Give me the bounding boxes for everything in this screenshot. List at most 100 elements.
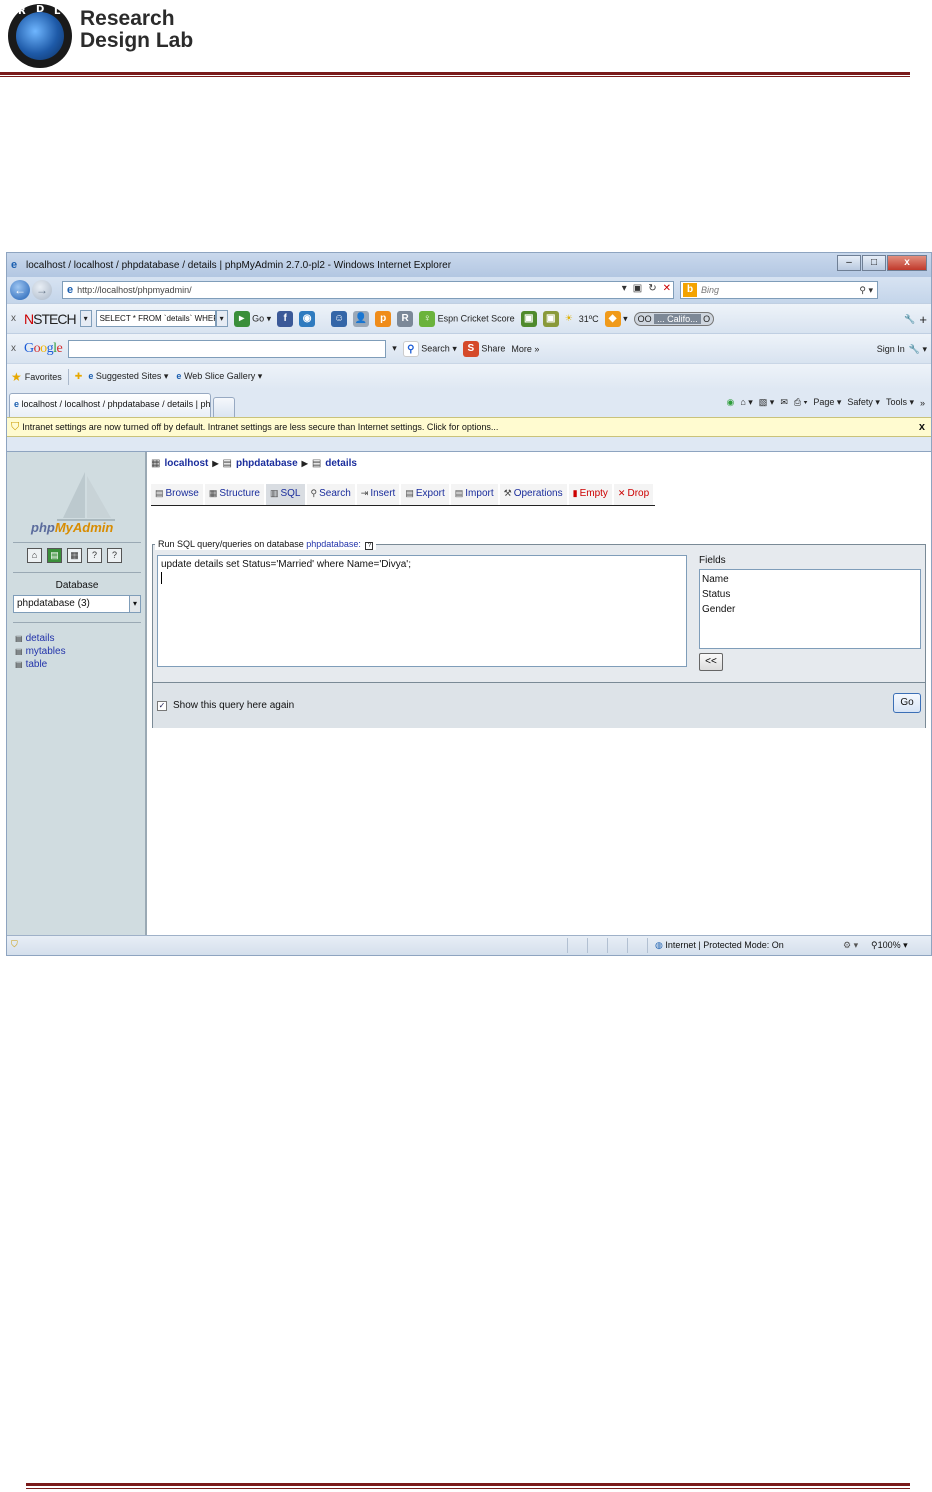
query-window-icon[interactable]: ▤ <box>47 548 62 563</box>
database-link[interactable]: phpdatabase: <box>306 539 361 549</box>
zoom-level[interactable]: ⚲100% ▾ <box>871 940 908 951</box>
chevron-right-icon: ▶ <box>301 459 308 468</box>
page-menu[interactable]: Page ▾ <box>813 397 841 408</box>
cricket-score-link[interactable]: ♀ Espn Cricket Score <box>419 310 515 327</box>
web-slice-gallery-link[interactable]: e Web Slice Gallery ▾ <box>176 371 262 382</box>
address-input[interactable]: e http://localhost/phpmyadmin/ ▾ ▣ ↻ ✕ <box>62 281 674 299</box>
home-icon[interactable]: ⌂ <box>27 548 42 563</box>
search-input[interactable]: b Bing ⚲ ▾ <box>680 281 878 299</box>
tab-drop[interactable]: ✕ Drop <box>613 484 656 505</box>
tools-menu[interactable]: Tools ▾ <box>886 397 914 408</box>
google-search-input[interactable] <box>68 339 387 358</box>
home-icon[interactable]: ⌂ ▾ <box>740 397 752 408</box>
list-item[interactable]: Status <box>702 587 918 602</box>
tab-import[interactable]: ▤ Import <box>450 484 500 505</box>
protected-mode-icon[interactable]: ⚙ ▾ <box>843 940 858 951</box>
minimize-button[interactable]: – <box>837 255 861 271</box>
dropdown-arrow-icon[interactable]: ▾ <box>622 283 627 294</box>
go-link[interactable]: ▸ Go ▾ <box>233 310 271 327</box>
table-icon: ▤ <box>311 458 322 469</box>
information-bar[interactable]: ⛉ Intranet settings are now turned off b… <box>7 417 931 437</box>
tab-export[interactable]: ▤ Export <box>401 484 451 505</box>
search-icon[interactable]: ⚲ ▾ <box>859 285 873 296</box>
sql-icon[interactable]: ▦ <box>67 548 82 563</box>
weather-sun-icon: ☀ <box>564 313 573 323</box>
list-item[interactable]: Name <box>702 572 918 587</box>
contacts-icon[interactable]: 👤 <box>353 310 370 327</box>
crumb-table[interactable]: details <box>325 458 357 469</box>
show-query-checkbox[interactable]: ✓ <box>157 701 167 711</box>
database-label: Database <box>55 580 99 591</box>
pma-logo[interactable]: phpMyAdmin <box>31 520 113 535</box>
chevron-right-icon[interactable]: » <box>920 398 925 408</box>
docs-icon[interactable]: ? <box>87 548 102 563</box>
add-favorite-icon[interactable]: ✚ <box>75 371 83 382</box>
tab-phpmyadmin[interactable]: e localhost / localhost / phpdatabase / … <box>9 393 211 417</box>
new-tab-button[interactable] <box>213 397 235 417</box>
tab-browse[interactable]: ▤ Browse <box>151 484 205 505</box>
print-icon[interactable]: ⎙ ▾ <box>794 397 807 408</box>
query-combo[interactable]: SELECT * FROM `details` WHERE 1 <box>95 310 216 327</box>
address-bar: ← → e http://localhost/phpmyadmin/ ▾ ▣ ↻… <box>7 277 931 303</box>
add-icon[interactable]: + <box>919 312 927 327</box>
window-controls: – □ x <box>836 255 927 271</box>
pma-quick-icons: ⌂ ▤ ▦ ? ? <box>27 548 122 563</box>
fields-listbox[interactable]: Name Status Gender <box>699 569 921 649</box>
globe-link-icon[interactable]: ◉ <box>299 310 316 327</box>
facebook-icon[interactable]: f <box>277 310 294 327</box>
tab-search[interactable]: ⚲ Search <box>306 484 357 505</box>
close-google-toolbar-icon[interactable]: x <box>11 343 16 354</box>
list-item[interactable]: Gender <box>702 602 918 617</box>
suggested-sites-link[interactable]: e Suggested Sites ▾ <box>88 371 168 382</box>
close-toolbar-icon[interactable]: x <box>11 313 16 324</box>
google-search-button[interactable]: ⚲ Search ▾ <box>402 340 457 357</box>
google-logo: Google <box>24 340 63 356</box>
rss-icon[interactable]: ▧ ▾ <box>759 397 775 408</box>
security-zone[interactable]: ◍ Internet | Protected Mode: On <box>655 940 784 951</box>
go-button[interactable]: Go <box>893 693 921 713</box>
stop-icon[interactable]: ✕ <box>663 283 671 294</box>
crumb-server[interactable]: localhost <box>164 458 208 469</box>
share-button[interactable]: S Share <box>462 340 505 357</box>
favorites-button[interactable]: Favorites <box>25 372 62 382</box>
table-link-mytables[interactable]: ▤ mytables <box>15 645 66 658</box>
close-infobar-icon[interactable]: x <box>919 421 925 433</box>
compat-view-icon[interactable]: ▣ <box>633 283 642 294</box>
table-link-details[interactable]: ▤ details <box>15 632 66 645</box>
photo-icon[interactable]: ▣ <box>542 310 559 327</box>
settings-wrench-icon[interactable]: 🔧 ▾ <box>909 344 927 355</box>
forward-button[interactable]: → <box>32 280 52 300</box>
maximize-button[interactable]: □ <box>862 255 886 271</box>
mail-icon[interactable]: ✉ <box>780 397 788 408</box>
sign-in-link[interactable]: Sign In <box>877 344 905 354</box>
game-icon[interactable]: ▣ <box>520 310 537 327</box>
feeds-green-icon[interactable]: ◉ <box>726 397 734 408</box>
sql-query-textarea[interactable]: update details set Status='Married' wher… <box>157 555 687 667</box>
tab-empty[interactable]: ▮ Empty <box>568 484 614 505</box>
location-widget[interactable]: OO ... Califo... O <box>633 311 715 326</box>
globe-icon <box>16 12 64 60</box>
menu-dropdown[interactable]: ▾ <box>79 310 92 327</box>
notification-icon[interactable]: ◆ ▾ <box>604 310 628 327</box>
wrench-icon[interactable]: 🔧 <box>904 314 915 325</box>
crumb-database[interactable]: phpdatabase <box>236 458 298 469</box>
orange-app-icon[interactable]: p <box>375 310 392 327</box>
tab-operations[interactable]: ⚒ Operations <box>499 484 569 505</box>
tab-sql[interactable]: ▥ SQL <box>265 484 307 505</box>
refresh-icon[interactable]: ↻ <box>648 283 656 294</box>
tab-insert[interactable]: ⇥ Insert <box>356 484 402 505</box>
help-icon[interactable]: ? <box>107 548 122 563</box>
messenger-icon[interactable]: ☺ <box>331 310 348 327</box>
help-icon[interactable]: ? <box>365 542 374 550</box>
query-combo-arrow[interactable]: ▾ <box>215 310 228 327</box>
database-select[interactable]: phpdatabase (3) ▾ <box>13 595 141 613</box>
back-button[interactable]: ← <box>10 280 30 300</box>
more-button[interactable]: More » <box>511 344 539 354</box>
reader-icon[interactable]: R <box>397 310 414 327</box>
tab-structure[interactable]: ▦ Structure <box>204 484 266 505</box>
insert-field-button[interactable]: << <box>699 653 723 671</box>
safety-menu[interactable]: Safety ▾ <box>847 397 880 408</box>
table-link-table[interactable]: ▤ table <box>15 658 66 671</box>
close-button[interactable]: x <box>887 255 927 271</box>
google-dropdown-icon[interactable]: ▾ <box>392 343 397 354</box>
